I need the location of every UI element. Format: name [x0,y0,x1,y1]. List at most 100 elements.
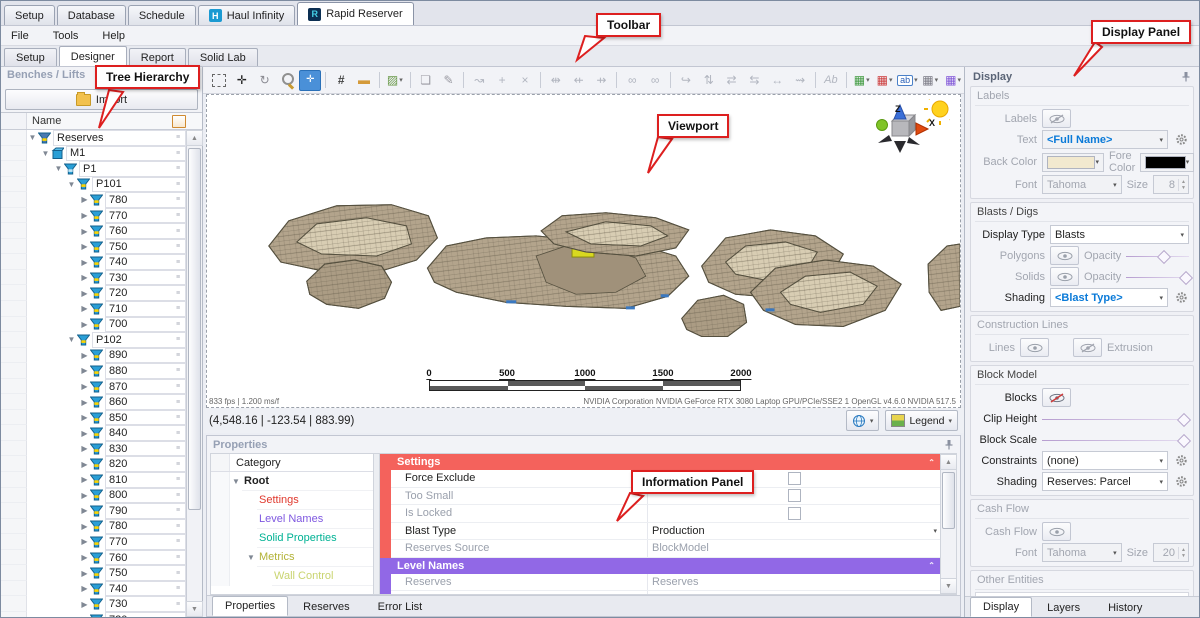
row-options-icon[interactable]: ≡ [171,534,186,550]
expand-arrow-icon[interactable]: ▶ [79,615,90,617]
cash-flow-visibility-button[interactable] [1042,522,1071,541]
labels-visibility-button[interactable] [1042,109,1071,128]
row-options-icon[interactable]: ≡ [171,285,186,301]
tree-row-p102[interactable]: ▼P102≡ [1,332,186,348]
collapse-arrow-icon[interactable]: ▼ [66,335,77,344]
expand-arrow-icon[interactable]: ▶ [79,304,90,313]
expand-arrow-icon[interactable]: ▶ [79,506,90,515]
swap-ends-button[interactable]: ⇄ [721,70,743,91]
expand-arrow-icon[interactable]: ▶ [79,398,90,407]
tree-row-880[interactable]: ▶880≡ [1,363,186,379]
scroll-down-icon[interactable]: ▼ [940,578,956,594]
display-type-dropdown[interactable]: Blasts▾ [1050,225,1189,244]
row-options-icon[interactable]: ≡ [171,441,186,457]
row-options-icon[interactable]: ≡ [171,488,186,504]
tree-row-830[interactable]: ▶830≡ [1,441,186,457]
tab-display[interactable]: Display [970,597,1032,617]
tree-row-730[interactable]: ▶730≡ [1,270,186,286]
category-solid-properties[interactable]: Solid Properties [211,529,373,548]
collapse-chevron-icon[interactable]: ⌃ [928,561,935,570]
block-labels-button[interactable]: ab▾ [896,70,918,91]
expand-arrow-icon[interactable]: ▶ [79,273,90,282]
pin-icon[interactable] [1181,71,1191,82]
tree-row-720[interactable]: ▶720≡ [1,285,186,301]
column-chooser-icon[interactable] [172,115,186,128]
swap-direction-button[interactable]: ⇹ [545,70,567,91]
row-options-icon[interactable]: ≡ [171,239,186,255]
row-options-icon[interactable]: ≡ [171,394,186,410]
app-tab-haul-infinity[interactable]: HHaul Infinity [198,5,295,25]
view-options-button[interactable]: ▾ [846,410,880,431]
row-options-icon[interactable]: ≡ [171,332,186,348]
tree-row-720[interactable]: ▶720≡ [1,612,186,617]
row-options-icon[interactable]: ≡ [171,363,186,379]
row-options-icon[interactable]: ≡ [171,317,186,333]
row-options-icon[interactable]: ≡ [171,192,186,208]
draw-polygon-button[interactable]: ❏ [415,70,437,91]
tree-row-740[interactable]: ▶740≡ [1,581,186,597]
expand-arrow-icon[interactable]: ▶ [79,320,90,329]
row-options-icon[interactable]: ≡ [171,270,186,286]
insert-vertex-button[interactable]: ↝ [468,70,490,91]
row-options-icon[interactable]: ≡ [171,425,186,441]
category-settings[interactable]: Settings [211,491,373,510]
zoom-button[interactable] [277,70,299,91]
expand-arrow-icon[interactable]: ▶ [79,382,90,391]
extend-line-button[interactable]: ⇆ [744,70,766,91]
solids-opacity-slider[interactable] [1126,270,1189,284]
cash-flow-font-dropdown[interactable]: Tahoma▾ [1042,543,1122,562]
tree-row-740[interactable]: ▶740≡ [1,254,186,270]
row-options-icon[interactable]: ≡ [171,301,186,317]
expand-arrow-icon[interactable]: ▶ [79,227,90,236]
row-options-icon[interactable]: ≡ [171,503,186,519]
tree-row-750[interactable]: ▶750≡ [1,565,186,581]
add-blocks-button[interactable]: ▦▾ [851,70,873,91]
expand-arrow-icon[interactable]: ▶ [79,444,90,453]
scroll-up-icon[interactable]: ▲ [186,130,203,146]
label-text-dropdown[interactable]: <Full Name>▾ [1042,130,1168,149]
tree-row-800[interactable]: ▶800≡ [1,488,186,504]
marquee-select-button[interactable] [208,70,230,91]
tree-row-760[interactable]: ▶760≡ [1,223,186,239]
expand-arrow-icon[interactable]: ▶ [79,429,90,438]
solids-visibility-button[interactable] [1050,267,1079,286]
menu-help[interactable]: Help [102,30,125,42]
scroll-down-icon[interactable]: ▼ [186,601,203,617]
doc-tab-setup[interactable]: Setup [4,48,57,66]
tree-row-p1[interactable]: ▼P1≡ [1,161,186,177]
expand-arrow-icon[interactable]: ▶ [79,242,90,251]
value-dropdown[interactable]: Production▾ [652,525,937,537]
zoom-extents-button[interactable]: ✛ [299,70,321,91]
category-wall-control[interactable]: Wall Control [211,567,373,586]
row-options-icon[interactable]: ≡ [171,550,186,566]
category-level-names[interactable]: Level Names [211,510,373,529]
tab-properties[interactable]: Properties [212,596,288,616]
row-options-icon[interactable]: ≡ [171,223,186,239]
row-options-icon[interactable]: ≡ [171,596,186,612]
row-options-icon[interactable]: ≡ [171,612,186,617]
block-values-button[interactable]: ▦▾ [919,70,941,91]
tree-row-m1[interactable]: ▼M1≡ [1,146,186,162]
expand-arrow-icon[interactable]: ▶ [79,195,90,204]
expand-arrow-icon[interactable]: ▶ [79,584,90,593]
viewport-3d-canvas[interactable] [207,95,960,407]
expand-arrow-icon[interactable]: ▶ [79,413,90,422]
polygons-opacity-slider[interactable] [1126,249,1189,263]
tree-scrollbar[interactable]: ▲ ▼ [186,130,202,617]
expand-arrow-icon[interactable]: ▶ [79,600,90,609]
fore-color-dropdown[interactable]: ▾ [1140,153,1194,172]
screenshot-button[interactable]: ▨▾ [384,70,406,91]
expand-arrow-icon[interactable]: ▶ [79,289,90,298]
tree-row-780[interactable]: ▶780≡ [1,519,186,535]
menu-tools[interactable]: Tools [53,30,79,42]
tab-history[interactable]: History [1095,599,1155,617]
tree-row-p101[interactable]: ▼P101≡ [1,177,186,193]
spinner-arrows-icon[interactable]: ▲▼ [1178,547,1188,559]
annotate-text-button[interactable]: Ab [820,70,842,91]
collapse-chevron-icon[interactable]: ⌃ [928,458,935,467]
tree-row-780[interactable]: ▶780≡ [1,192,186,208]
expand-arrow-icon[interactable]: ▶ [79,366,90,375]
tab-reserves[interactable]: Reserves [290,598,362,616]
move-vertex-button[interactable]: + [491,70,513,91]
delete-vertex-button[interactable]: × [514,70,536,91]
